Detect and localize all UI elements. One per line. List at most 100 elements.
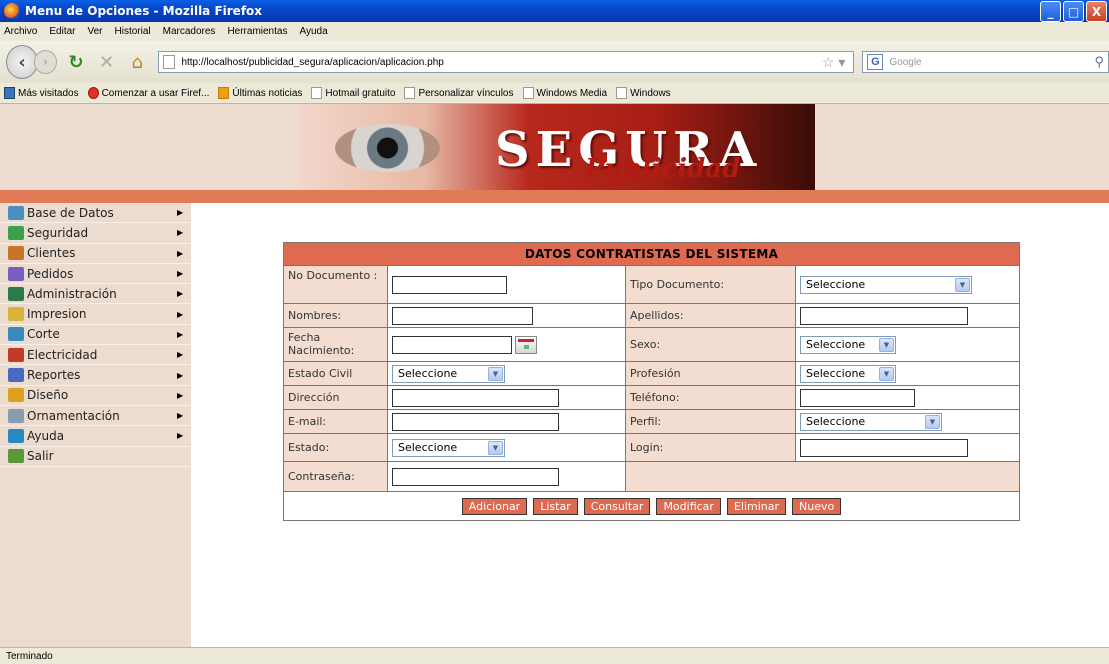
sidebar-item[interactable]: Administración ▶ [0,284,191,305]
brand-subtitle: Publicidad [585,154,741,184]
sidebar-item[interactable]: Impresion ▶ [0,304,191,325]
text-input[interactable] [392,306,533,325]
field-label: Login: [626,434,796,461]
sidebar-item[interactable]: Reportes ▶ [0,365,191,386]
window-title: Menu de Opciones - Mozilla Firefox [25,4,263,18]
bookmark-hotmail[interactable]: Hotmail gratuito [311,87,395,99]
modify-button[interactable]: Modificar [656,497,721,515]
chevron-down-icon[interactable]: ▼ [488,440,503,455]
field-label: Contraseña: [284,462,388,491]
submenu-arrow-icon: ▶ [177,228,184,238]
sidebar-item[interactable]: Electricidad ▶ [0,345,191,366]
page-icon [311,87,323,99]
submenu-arrow-icon: ▶ [177,289,184,299]
sidebar-item[interactable]: Corte ▶ [0,325,191,346]
field-label: Dirección [284,386,388,409]
bookmark-windows[interactable]: Windows [616,87,671,99]
home-button[interactable]: ⌂ [126,50,149,74]
calendar-icon[interactable] [515,335,537,354]
select-field[interactable]: Seleccione ▼ [800,335,896,354]
menu-archivo[interactable]: Archivo [4,26,37,37]
sidebar-item-label: Corte [27,327,60,342]
rss-icon [218,87,230,99]
form-actions: Adicionar Listar Consultar Modificar Elimina… [284,492,1019,520]
sidebar-menu: Base de Datos ▶ Seguridad ▶ Clientes ▶ Pedidos… [0,203,191,647]
field-label: Nombres: [284,304,388,327]
field-label: Tipo Documento: [626,266,796,303]
url-text: http://localhost/publicidad_segura/aplic… [181,56,444,68]
chevron-down-icon[interactable]: ▼ [879,337,894,352]
maximize-button[interactable]: □ [1063,1,1084,22]
select-field[interactable]: Seleccione ▼ [800,364,896,383]
menu-ver[interactable]: Ver [87,26,102,37]
menu-historial[interactable]: Historial [115,26,151,37]
select-field[interactable]: Seleccione ▼ [392,364,505,383]
submenu-arrow-icon: ▶ [177,248,184,258]
sidebar-item-icon [8,428,24,443]
sidebar-item[interactable]: Salir [0,447,191,467]
text-input[interactable] [800,438,968,457]
select-field[interactable]: Seleccione ▼ [392,438,505,457]
query-button[interactable]: Consultar [583,497,651,515]
close-button[interactable]: X [1086,1,1107,22]
sidebar-item[interactable]: Diseño ▶ [0,386,191,406]
back-arrow-icon: ‹ [18,51,26,73]
select-field[interactable]: Seleccione ▼ [800,412,942,431]
menu-ayuda[interactable]: Ayuda [299,26,327,37]
sidebar-item[interactable]: Pedidos ▶ [0,264,191,285]
sidebar-item[interactable]: Base de Datos ▶ [0,203,191,224]
text-input[interactable] [392,335,512,354]
stop-button[interactable]: ✕ [95,50,118,74]
form-title: DATOS CONTRATISTAS DEL SISTEMA [284,243,1019,266]
bookmark-star-icon[interactable]: ☆ ▾ [822,54,845,71]
sidebar-item[interactable]: Seguridad ▶ [0,223,191,244]
text-input[interactable] [800,306,968,325]
search-box[interactable]: G Google ⚲ [862,51,1109,73]
menu-herramientas[interactable]: Herramientas [227,26,287,37]
select-value: Seleccione [806,367,866,380]
delete-button[interactable]: Eliminar [726,497,787,515]
google-icon[interactable]: G [867,54,884,70]
sidebar-item-icon [8,347,24,362]
navigation-toolbar: ‹ › ↻ ✕ ⌂ http://localhost/publicidad_se… [0,41,1109,83]
bookmark-comenzar[interactable]: Comenzar a usar Firef... [87,87,210,99]
chevron-down-icon[interactable]: ▼ [925,414,940,429]
menu-editar[interactable]: Editar [49,26,75,37]
chevron-down-icon[interactable]: ▼ [488,366,503,381]
sidebar-item[interactable]: Ornamentación ▶ [0,406,191,427]
reload-button[interactable]: ↻ [65,50,88,74]
password-input[interactable] [392,467,559,486]
search-icon[interactable]: ⚲ [1094,54,1104,70]
add-button[interactable]: Adicionar [461,497,528,515]
sidebar-item-icon [8,286,24,301]
chevron-down-icon[interactable]: ▼ [955,277,970,292]
sidebar-item-label: Pedidos [27,266,74,281]
sidebar-item[interactable]: Ayuda ▶ [0,426,191,447]
new-button[interactable]: Nuevo [792,497,842,515]
bookmark-folder-icon [4,87,15,99]
bookmark-label: Windows [630,87,671,99]
field-label: Perfil: [626,410,796,433]
menu-marcadores[interactable]: Marcadores [163,26,216,37]
text-input[interactable] [392,275,507,294]
home-icon: ⌂ [131,51,143,73]
list-button[interactable]: Listar [533,497,578,515]
form-rows: No Documento : Tipo Documento: Seleccione ▼… [284,266,1019,492]
text-input[interactable] [392,412,559,431]
chevron-down-icon[interactable]: ▼ [879,366,894,381]
forward-button[interactable]: › [34,50,57,74]
bookmark-windows-media[interactable]: Windows Media [522,87,607,99]
bookmark-mas-visitados[interactable]: Más visitados [4,87,79,99]
sidebar-item-icon [8,307,24,322]
select-field[interactable]: Seleccione ▼ [800,275,972,294]
minimize-button[interactable]: _ [1040,1,1061,22]
bookmark-ultimas-noticias[interactable]: Últimas noticias [218,87,302,99]
address-bar[interactable]: http://localhost/publicidad_segura/aplic… [158,51,855,73]
sidebar-item-icon [8,388,24,403]
text-input[interactable] [800,388,915,407]
bookmark-personalizar[interactable]: Personalizar vínculos [404,87,514,99]
bookmark-label: Comenzar a usar Firef... [101,87,210,99]
sidebar-item[interactable]: Clientes ▶ [0,244,191,264]
form-row: E-mail: Perfil: Seleccione ▼ [284,410,1019,434]
text-input[interactable] [392,388,559,407]
